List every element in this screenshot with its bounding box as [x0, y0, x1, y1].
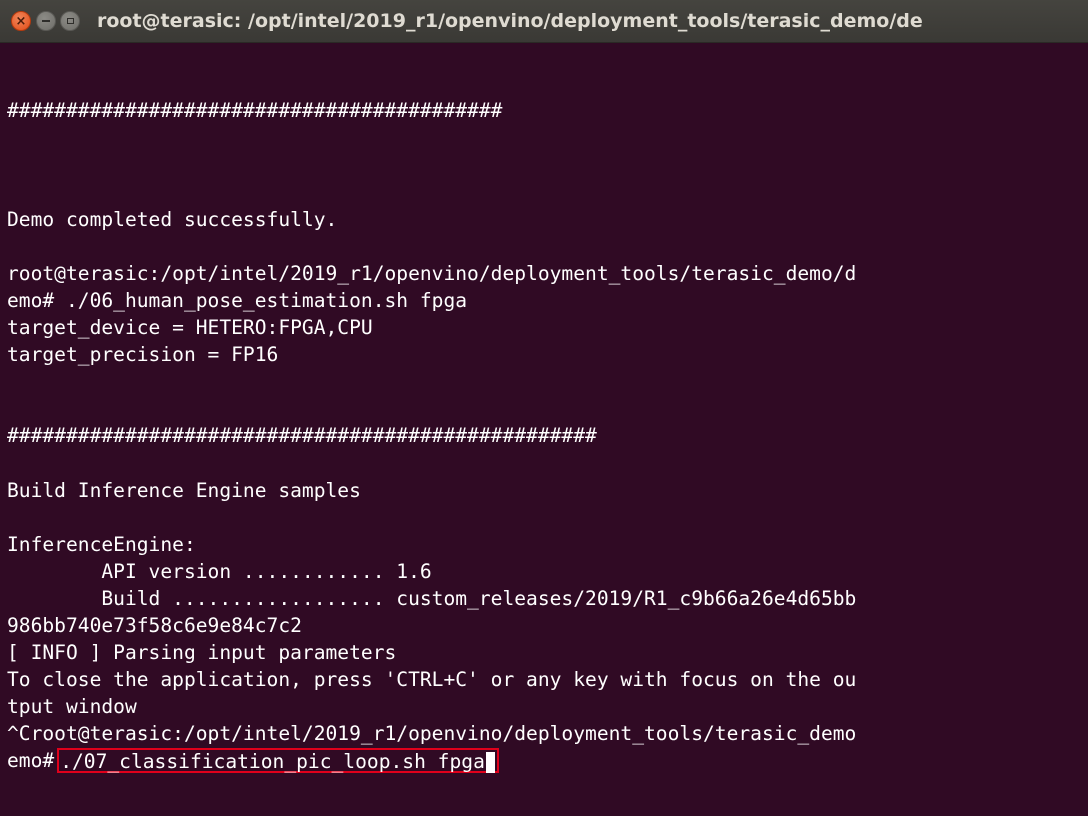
- terminal-line: ^Croot@terasic:/opt/intel/2019_r1/openvi…: [7, 722, 857, 746]
- close-icon: ×: [15, 13, 27, 29]
- terminal-line: InferenceEngine:: [7, 532, 196, 556]
- terminal-line: ########################################…: [7, 424, 597, 448]
- minimize-icon: [42, 20, 50, 22]
- terminal-line: To close the application, press 'CTRL+C'…: [7, 668, 857, 692]
- minimize-button[interactable]: [36, 11, 56, 31]
- terminal-line: Build Inference Engine samples: [7, 478, 361, 502]
- terminal-line: target_device = HETERO:FPGA,CPU: [7, 315, 373, 339]
- terminal-line: 986bb740e73f58c6e9e84c7c2: [7, 613, 302, 637]
- terminal-line: emo# ./06_human_pose_estimation.sh fpga: [7, 288, 468, 312]
- command-text: ./07_classification_pic_loop.sh fpga: [60, 750, 485, 774]
- terminal-line: ########################################…: [7, 99, 503, 123]
- terminal-output[interactable]: ########################################…: [0, 43, 1088, 816]
- prompt-line[interactable]: emo# ./07_classification_pic_loop.sh fpga: [7, 747, 1088, 774]
- terminal-line: Demo completed successfully.: [7, 207, 338, 231]
- maximize-icon: [66, 18, 74, 24]
- terminal-line: [ INFO ] Parsing input parameters: [7, 641, 397, 665]
- terminal-line: target_precision = FP16: [7, 343, 279, 367]
- maximize-button[interactable]: [60, 11, 80, 31]
- prompt-prefix: emo#: [7, 749, 55, 773]
- terminal-line: API version ............ 1.6: [7, 559, 432, 583]
- terminal-line: tput window: [7, 695, 137, 719]
- window-title: root@terasic: /opt/intel/2019_r1/openvin…: [97, 10, 923, 32]
- title-bar[interactable]: × root@terasic: /opt/intel/2019_r1/openv…: [0, 0, 1088, 43]
- highlighted-command: ./07_classification_pic_loop.sh fpga: [57, 748, 499, 774]
- terminal-window: × root@terasic: /opt/intel/2019_r1/openv…: [0, 0, 1088, 816]
- terminal-line: root@terasic:/opt/intel/2019_r1/openvino…: [7, 261, 857, 285]
- text-cursor: [485, 752, 495, 774]
- terminal-line: Build .................. custom_releases…: [7, 586, 857, 610]
- close-button[interactable]: ×: [11, 11, 31, 31]
